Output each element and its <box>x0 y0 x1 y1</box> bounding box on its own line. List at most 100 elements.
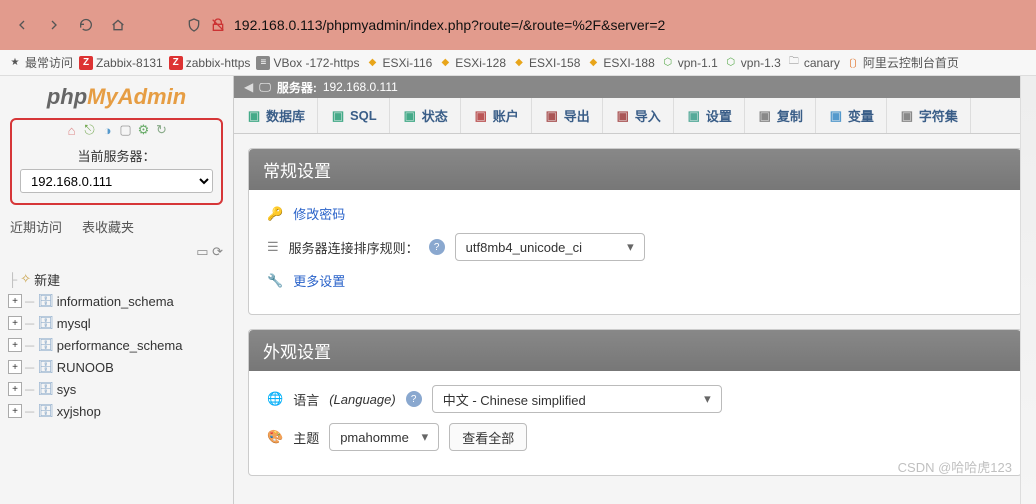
tab-icon: ▣ <box>473 108 489 124</box>
bookmark-icon: ⬡ <box>661 56 675 70</box>
server-select[interactable]: 192.168.0.111 <box>20 169 213 193</box>
bookmark-icon: Z <box>169 56 183 70</box>
tree-db[interactable]: +─🗄sys <box>8 378 225 400</box>
panel-general: 常规设置 🔑 修改密码 ☰ 服务器连接排序规则： ? utf8mb4_unico… <box>248 148 1022 315</box>
main-tab[interactable]: ▣设置 <box>674 98 745 133</box>
logo[interactable]: phpMyAdmin <box>0 76 233 114</box>
row-more-settings: 🔧 更多设置 <box>267 271 1003 290</box>
main-area: ◀ 🖵 服务器: 192.168.0.111 ▣数据库▣SQL▣状态▣账户▣导出… <box>234 76 1036 504</box>
main-tab[interactable]: ▣数据库 <box>234 98 318 133</box>
bookmark-icon: ◆ <box>586 56 600 70</box>
tree-db[interactable]: +─🗄mysql <box>8 312 225 334</box>
docs-icon[interactable]: ◑ <box>100 122 116 138</box>
tab-recent[interactable]: 近期访问 <box>0 213 72 240</box>
tree-db[interactable]: +─🗄xyjshop <box>8 400 225 422</box>
bookmark-icon: ◆ <box>512 56 526 70</box>
bookmark-icon: ◆ <box>438 56 452 70</box>
logout-icon[interactable]: ⎋ <box>82 122 98 138</box>
bookmark-item[interactable]: 🗀canary <box>787 56 840 70</box>
globe-icon: 🌐 <box>267 391 283 407</box>
key-icon: 🔑 <box>267 206 283 222</box>
main-tabs: ▣数据库▣SQL▣状态▣账户▣导出▣导入▣设置▣复制▣变量▣字符集 <box>234 98 1036 134</box>
tab-icon: ▣ <box>757 108 773 124</box>
main-tab[interactable]: ▣导入 <box>603 98 674 133</box>
forward-button[interactable] <box>40 11 68 39</box>
main-tab[interactable]: ▣复制 <box>745 98 816 133</box>
tree-db[interactable]: +─🗄performance_schema <box>8 334 225 356</box>
expand-icon[interactable]: + <box>8 360 22 374</box>
db-icon: 🗄 <box>37 337 54 353</box>
server-icon: 🖵 <box>259 80 271 95</box>
link-change-password[interactable]: 修改密码 <box>293 204 345 223</box>
bookmark-item[interactable]: 〔〕阿里云控制台首页 <box>846 54 959 71</box>
url-bar[interactable]: 192.168.0.113/phpmyadmin/index.php?route… <box>186 17 665 33</box>
query-icon[interactable]: ▢ <box>118 122 134 138</box>
tree-new[interactable]: ├✧新建 <box>8 268 225 290</box>
home-icon[interactable]: ⌂ <box>64 122 80 138</box>
tab-icon: ▣ <box>330 108 346 124</box>
bookmark-item[interactable]: ZZabbix-8131 <box>79 56 163 70</box>
help-icon[interactable]: ? <box>429 239 445 255</box>
link-more-settings[interactable]: 更多设置 <box>293 271 345 290</box>
server-selector-box: ⌂ ⎋ ◑ ▢ ⚙ ↻ 当前服务器： 192.168.0.111 <box>10 118 223 205</box>
settings-icon[interactable]: ⚙ <box>136 122 152 138</box>
tab-icon: ▣ <box>246 108 262 124</box>
main-tab[interactable]: ▣变量 <box>816 98 887 133</box>
bookmark-item[interactable]: ◆ESXI-158 <box>512 56 580 70</box>
collation-label: 服务器连接排序规则： <box>289 238 419 257</box>
expand-icon[interactable]: + <box>8 404 22 418</box>
bookmark-item[interactable]: ★最常访问 <box>8 54 73 71</box>
tree-db[interactable]: +─🗄RUNOOB <box>8 356 225 378</box>
watermark: CSDN @哈哈虎123 <box>898 457 1012 476</box>
bookmark-item[interactable]: Zzabbix-https <box>169 56 251 70</box>
db-icon: 🗄 <box>37 359 54 375</box>
theme-select[interactable]: pmahomme <box>329 423 439 451</box>
palette-icon: 🎨 <box>267 429 283 445</box>
tab-favorites[interactable]: 表收藏夹 <box>72 213 144 240</box>
db-icon: 🗄 <box>37 315 54 331</box>
db-icon: 🗄 <box>37 403 54 419</box>
server-name: 192.168.0.111 <box>323 80 398 94</box>
collation-select[interactable]: utf8mb4_unicode_ci <box>455 233 645 261</box>
sidebar: phpMyAdmin ⌂ ⎋ ◑ ▢ ⚙ ↻ 当前服务器： 192.168.0.… <box>0 76 234 504</box>
sidebar-collapse-icons[interactable]: ▭ ⟳ <box>0 240 233 264</box>
db-icon: 🗄 <box>37 293 54 309</box>
expand-icon[interactable]: + <box>8 316 22 330</box>
reload-icon[interactable]: ↻ <box>154 122 170 138</box>
panel-appearance: 外观设置 🌐 语言 (Language) ? 中文 - Chinese simp… <box>248 329 1022 476</box>
main-tab[interactable]: ▣状态 <box>390 98 461 133</box>
expand-icon[interactable]: + <box>8 382 22 396</box>
bookmark-item[interactable]: ◆ESXi-116 <box>365 56 432 70</box>
bookmark-item[interactable]: ⬡vpn-1.3 <box>724 56 781 70</box>
panel-appearance-title: 外观设置 <box>249 330 1021 371</box>
view-all-button[interactable]: 查看全部 <box>449 423 527 451</box>
home-button[interactable] <box>104 11 132 39</box>
main-tab[interactable]: ▣导出 <box>532 98 603 133</box>
help-icon[interactable]: ? <box>406 391 422 407</box>
bookmark-icon: ★ <box>8 56 22 70</box>
sidebar-tabs: 近期访问 表收藏夹 <box>0 213 233 240</box>
tree-db[interactable]: +─🗄information_schema <box>8 290 225 312</box>
language-select[interactable]: 中文 - Chinese simplified <box>432 385 722 413</box>
bookmark-item[interactable]: ⬡vpn-1.1 <box>661 56 718 70</box>
scrollbar[interactable] <box>1020 76 1036 504</box>
server-bar: ◀ 🖵 服务器: 192.168.0.111 <box>234 76 1036 98</box>
main-tab[interactable]: ▣SQL <box>318 98 390 133</box>
bookmark-item[interactable]: ≡VBox -172-https <box>256 56 359 70</box>
back-button[interactable] <box>8 11 36 39</box>
expand-icon[interactable]: + <box>8 294 22 308</box>
collapse-icon[interactable]: ◀ <box>244 80 253 94</box>
main-tab[interactable]: ▣账户 <box>461 98 532 133</box>
bookmark-item[interactable]: ◆ESXi-128 <box>438 56 506 70</box>
browser-toolbar: 192.168.0.113/phpmyadmin/index.php?route… <box>0 0 1036 50</box>
wrench-icon: 🔧 <box>267 273 283 289</box>
bookmark-item[interactable]: ◆ESXI-188 <box>586 56 654 70</box>
reload-button[interactable] <box>72 11 100 39</box>
db-icon: 🗄 <box>37 381 54 397</box>
tab-icon: ▣ <box>402 108 418 124</box>
main-tab[interactable]: ▣字符集 <box>887 98 971 133</box>
tab-icon: ▣ <box>828 108 844 124</box>
row-collation: ☰ 服务器连接排序规则： ? utf8mb4_unicode_ci <box>267 233 1003 261</box>
bookmark-icon: ⬡ <box>724 56 738 70</box>
expand-icon[interactable]: + <box>8 338 22 352</box>
